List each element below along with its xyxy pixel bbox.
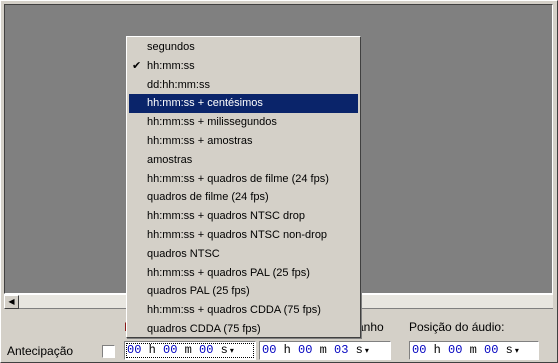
- timecode-unit: m: [312, 343, 335, 357]
- dropdown-arrow-icon[interactable]: ▾: [363, 342, 371, 359]
- checkmark-icon: ✔: [132, 58, 142, 72]
- menu-item-label: hh:mm:ss + quadros CDDA (75 fps): [147, 304, 321, 317]
- scroll-left-button[interactable]: ◀: [4, 295, 19, 309]
- menu-item-label: hh:mm:ss + centésimos: [147, 97, 263, 110]
- menu-item-label: dd:hh:mm:ss: [147, 78, 210, 91]
- audio-position-label: Posição do áudio:: [409, 320, 505, 334]
- selection-start-timecode[interactable]: 00 h 00 m 00 s ▾: [124, 341, 256, 360]
- menu-item-label: hh:mm:ss + quadros de filme (24 fps): [147, 172, 329, 185]
- snap-label: Antecipação: [7, 344, 74, 358]
- menu-item-label: quadros NTSC: [147, 247, 220, 260]
- menu-item-format[interactable]: hh:mm:ss + quadros NTSC non-drop: [127, 226, 360, 245]
- menu-item-format[interactable]: quadros PAL (25 fps): [127, 282, 360, 301]
- menu-item-format[interactable]: quadros CDDA (75 fps): [127, 320, 360, 339]
- dropdown-arrow-icon[interactable]: ▾: [513, 342, 521, 359]
- timecode-unit: m: [462, 343, 485, 357]
- snap-checkbox[interactable]: [102, 345, 115, 358]
- dropdown-arrow-icon[interactable]: ▾: [228, 342, 236, 359]
- menu-item-label: quadros de filme (24 fps): [147, 191, 269, 204]
- selection-size-timecode[interactable]: 00 h 00 m 03 s ▾: [259, 341, 391, 360]
- menu-item-format[interactable]: dd:hh:mm:ss: [127, 76, 360, 95]
- timecode-unit: h: [141, 343, 164, 357]
- menu-item-format[interactable]: hh:mm:ss + amostras: [127, 132, 360, 151]
- menu-item-label: hh:mm:ss + quadros NTSC non-drop: [147, 228, 328, 241]
- menu-item-label: hh:mm:ss + quadros PAL (25 fps): [147, 266, 310, 279]
- menu-item-label: quadros CDDA (75 fps): [147, 322, 261, 335]
- menu-item-label: hh:mm:ss + milissegundos: [147, 116, 277, 129]
- menu-item-label: segundos: [147, 41, 195, 53]
- timecode-unit: s: [348, 343, 363, 357]
- timecode-unit: s: [213, 343, 228, 357]
- menu-item-format[interactable]: hh:mm:ss + quadros PAL (25 fps): [127, 264, 360, 283]
- menu-item-format[interactable]: hh:mm:ss + quadros NTSC drop: [127, 207, 360, 226]
- menu-item-format[interactable]: hh:mm:ss + milissegundos: [127, 113, 360, 132]
- timecode-unit: h: [426, 343, 449, 357]
- menu-item-label: quadros PAL (25 fps): [147, 285, 250, 298]
- timecode-unit: h: [276, 343, 299, 357]
- menu-item-label: hh:mm:ss + amostras: [147, 134, 253, 147]
- time-format-menu: segundos ✔ hh:mm:ss dd:hh:mm:ss hh:mm:ss + c…: [126, 36, 361, 338]
- menu-item-format[interactable]: hh:mm:ss + centésimos: [129, 94, 358, 114]
- menu-item-format[interactable]: segundos: [127, 38, 360, 57]
- menu-item-format[interactable]: hh:mm:ss + quadros CDDA (75 fps): [127, 301, 360, 320]
- menu-item-label: amostras: [147, 153, 193, 166]
- menu-item-format[interactable]: hh:mm:ss + quadros de filme (24 fps): [127, 170, 360, 189]
- menu-item-label: hh:mm:ss + quadros NTSC drop: [147, 210, 306, 223]
- timecode-unit: s: [498, 343, 513, 357]
- timecode-unit: m: [177, 343, 200, 357]
- arrow-left-icon: ◀: [8, 297, 15, 306]
- selection-size-label-partial: anho: [357, 320, 384, 334]
- audio-position-timecode[interactable]: 00 h 00 m 00 s ▾: [409, 341, 539, 360]
- menu-item-label: hh:mm:ss: [147, 59, 195, 72]
- menu-item-format[interactable]: amostras: [127, 151, 360, 170]
- menu-item-format[interactable]: quadros de filme (24 fps): [127, 188, 360, 207]
- menu-item-format[interactable]: ✔ hh:mm:ss: [127, 57, 360, 76]
- menu-item-format[interactable]: quadros NTSC: [127, 245, 360, 264]
